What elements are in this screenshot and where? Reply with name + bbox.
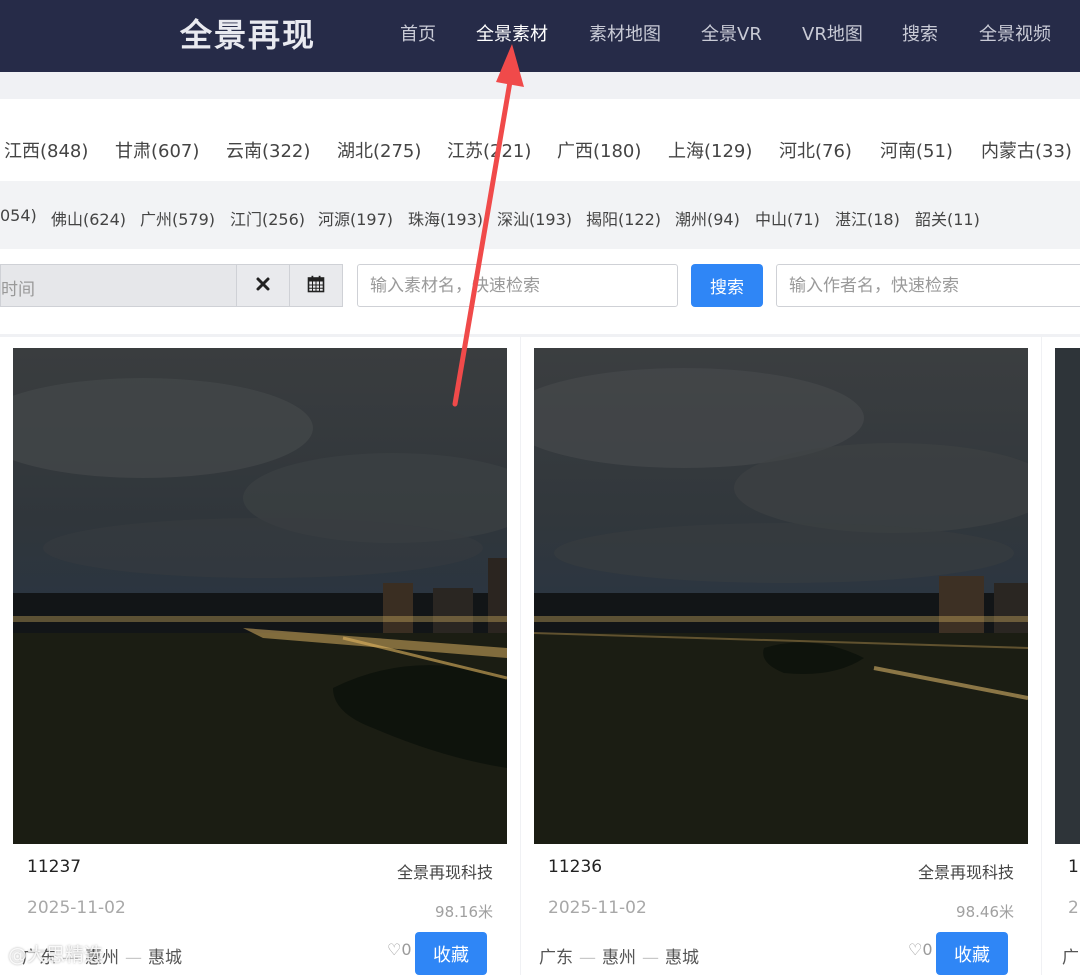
city-zhongshan[interactable]: 中山(71) xyxy=(755,206,820,230)
material-id: 11237 xyxy=(27,857,82,877)
like-button[interactable]: ♡0 xyxy=(387,940,412,959)
favorite-button[interactable]: 收藏 xyxy=(415,932,487,975)
city-guangzhou[interactable]: 广州(579) xyxy=(140,206,215,230)
material-location: 广东 — 惠州 — 惠城 xyxy=(539,948,699,968)
province-guangxi[interactable]: 广西(180) xyxy=(557,137,641,163)
top-navbar: 全景再现 首页 全景素材 素材地图 全景VR VR地图 搜索 全景视频 xyxy=(0,0,1080,72)
material-author[interactable]: 全景再现科技 xyxy=(918,859,1014,883)
province-gansu[interactable]: 甘肃(607) xyxy=(115,137,199,163)
nav-search[interactable]: 搜索 xyxy=(902,20,938,46)
brand-logo[interactable]: 全景再现 xyxy=(180,10,316,56)
clear-date-button[interactable] xyxy=(236,264,290,307)
city-chaozhou[interactable]: 潮州(94) xyxy=(675,206,740,230)
city-zhanjiang[interactable]: 湛江(18) xyxy=(835,206,900,230)
heart-icon: ♡ xyxy=(908,940,923,959)
material-author[interactable]: 全景再现科技 xyxy=(397,859,493,883)
province-yunnan[interactable]: 云南(322) xyxy=(226,137,310,163)
material-id: 11236 xyxy=(548,857,603,877)
watermark: @大思精选 xyxy=(8,944,104,966)
material-card[interactable]: 11 20 广 xyxy=(1042,337,1080,975)
search-button[interactable]: 搜索 xyxy=(691,264,763,307)
material-name-search-input[interactable] xyxy=(357,264,678,307)
location-province[interactable]: 广东 xyxy=(539,948,573,968)
nav-panorama-video[interactable]: 全景视频 xyxy=(979,20,1051,46)
material-distance: 98.46米 xyxy=(956,903,1014,921)
panorama-thumbnail[interactable] xyxy=(13,348,507,844)
province-neimenggu[interactable]: 内蒙古(33) xyxy=(981,137,1072,163)
city-partial[interactable]: 054) xyxy=(0,206,37,225)
calendar-button[interactable] xyxy=(289,264,343,307)
city-heyuan[interactable]: 河源(197) xyxy=(318,206,393,230)
location-district[interactable]: 惠城 xyxy=(148,948,182,968)
like-count: 0 xyxy=(922,940,933,959)
city-zhuhai[interactable]: 珠海(193) xyxy=(408,206,483,230)
city-shenshan[interactable]: 深汕(193) xyxy=(497,206,572,230)
nav-vr-map[interactable]: VR地图 xyxy=(802,20,863,46)
location-province[interactable]: 广 xyxy=(1062,948,1079,968)
location-district[interactable]: 惠城 xyxy=(665,948,699,968)
like-button[interactable]: ♡0 xyxy=(908,940,933,959)
city-jieyang[interactable]: 揭阳(122) xyxy=(586,206,661,230)
material-location: 广 xyxy=(1062,943,1079,968)
nav-panorama-vr[interactable]: 全景VR xyxy=(701,20,762,46)
city-shaoguan[interactable]: 韶关(11) xyxy=(915,206,980,230)
material-card[interactable]: 11236 全景再现科技 2025-11-02 98.46米 广东 — 惠州 — 惠城 … xyxy=(521,337,1041,975)
material-date: 20 xyxy=(1068,898,1080,918)
province-hebei[interactable]: 河北(76) xyxy=(779,137,852,163)
material-date: 2025-11-02 xyxy=(27,898,126,918)
calendar-icon xyxy=(307,275,325,297)
close-icon xyxy=(255,276,271,296)
nav-home[interactable]: 首页 xyxy=(400,20,436,46)
material-id: 11 xyxy=(1068,857,1080,877)
panorama-thumbnail[interactable] xyxy=(1055,348,1080,844)
author-search-input[interactable] xyxy=(776,264,1080,307)
city-foshan[interactable]: 佛山(624) xyxy=(51,206,126,230)
province-jiangxi[interactable]: 江西(848) xyxy=(4,137,88,163)
material-date: 2025-11-02 xyxy=(548,898,647,918)
nav-panorama-materials[interactable]: 全景素材 xyxy=(476,20,548,46)
date-range-field[interactable]: 时间 xyxy=(0,264,236,307)
province-hubei[interactable]: 湖北(275) xyxy=(337,137,421,163)
favorite-button[interactable]: 收藏 xyxy=(936,932,1008,975)
province-jiangsu[interactable]: 江苏(221) xyxy=(447,137,531,163)
province-henan[interactable]: 河南(51) xyxy=(880,137,953,163)
location-city[interactable]: 惠州 xyxy=(602,948,636,968)
city-jiangmen[interactable]: 江门(256) xyxy=(230,206,305,230)
like-count: 0 xyxy=(401,940,412,959)
province-shanghai[interactable]: 上海(129) xyxy=(668,137,752,163)
nav-material-map[interactable]: 素材地图 xyxy=(589,20,661,46)
heart-icon: ♡ xyxy=(387,940,402,959)
material-distance: 98.16米 xyxy=(435,903,493,921)
date-range-placeholder: 时间 xyxy=(1,280,35,300)
material-card[interactable]: 11237 全景再现科技 2025-11-02 98.16米 广东 — 惠州 — 惠城 … xyxy=(0,337,520,975)
panorama-thumbnail[interactable] xyxy=(534,348,1028,844)
